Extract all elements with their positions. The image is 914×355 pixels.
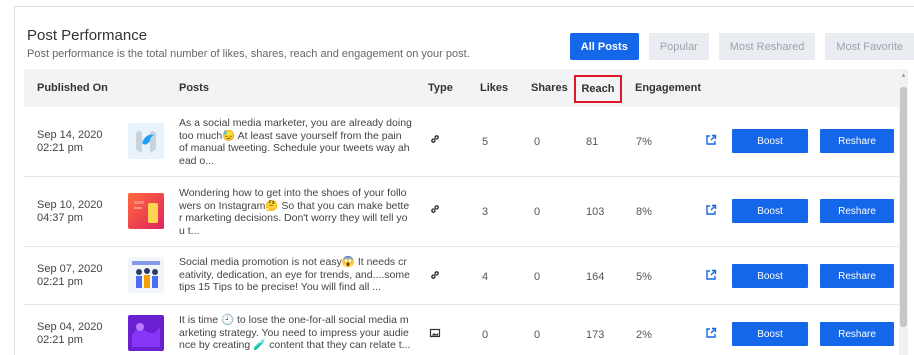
panel-subtitle: Post performance is the total number of … xyxy=(27,48,470,60)
published-date: Sep 14, 2020 02:21 pm xyxy=(37,129,102,155)
post-thumbnail-instagram xyxy=(128,193,164,229)
reach-value: 81 xyxy=(586,136,599,148)
time-text: 04:37 pm xyxy=(37,212,83,224)
shares-value: 0 xyxy=(534,136,541,148)
reach-value: 103 xyxy=(586,206,605,218)
column-type[interactable]: Type xyxy=(428,69,453,107)
boost-button[interactable]: Boost xyxy=(732,129,808,153)
column-shares[interactable]: Shares xyxy=(531,69,568,107)
panel-title: Post Performance xyxy=(27,27,148,44)
external-link-icon[interactable] xyxy=(705,204,717,216)
column-likes[interactable]: Likes xyxy=(480,69,508,107)
table-row: Sep 07, 2020 02:21 pm Social media promo… xyxy=(24,247,908,305)
date-text: Sep 04, 2020 xyxy=(37,321,103,333)
date-text: Sep 10, 2020 xyxy=(37,199,103,211)
post-thumbnail-purple xyxy=(128,315,164,351)
published-date: Sep 04, 2020 02:21 pm xyxy=(37,321,102,347)
likes-value: 3 xyxy=(482,206,489,218)
time-text: 02:21 pm xyxy=(37,142,83,154)
column-engagement[interactable]: Engagement xyxy=(635,69,701,107)
filter-popular-button[interactable]: Popular xyxy=(648,33,709,60)
post-text[interactable]: Social media promotion is not easy😱 It n… xyxy=(179,256,412,294)
external-link-icon[interactable] xyxy=(705,269,717,281)
table-row: Sep 14, 2020 02:21 pm As a social media … xyxy=(24,107,908,177)
column-reach: Reach xyxy=(581,83,615,95)
scroll-up-arrow-icon[interactable]: ▲ xyxy=(899,73,908,79)
external-link-icon[interactable] xyxy=(705,134,717,146)
published-date: Sep 07, 2020 02:21 pm xyxy=(37,263,102,289)
likes-value: 0 xyxy=(482,329,489,341)
time-text: 02:21 pm xyxy=(37,276,83,288)
image-icon xyxy=(429,327,441,342)
column-posts[interactable]: Posts xyxy=(179,69,209,107)
post-text[interactable]: Wondering how to get into the shoes of y… xyxy=(179,187,412,237)
filter-most-reshared-button[interactable]: Most Reshared xyxy=(718,33,816,60)
engagement-value: 7% xyxy=(636,136,652,148)
filter-all-posts-button[interactable]: All Posts xyxy=(569,33,639,60)
reshare-button[interactable]: Reshare xyxy=(820,264,894,288)
column-published[interactable]: Published On xyxy=(37,69,108,107)
reshare-button[interactable]: Reshare xyxy=(820,129,894,153)
engagement-value: 2% xyxy=(636,329,652,341)
link-icon xyxy=(429,269,441,284)
vertical-scrollbar[interactable]: ▲ xyxy=(899,69,908,355)
reach-value: 164 xyxy=(586,271,605,283)
shares-value: 0 xyxy=(534,329,541,341)
link-icon xyxy=(429,133,441,148)
time-text: 02:21 pm xyxy=(37,334,83,346)
post-performance-panel: Post Performance Post performance is the… xyxy=(14,6,914,355)
post-thumbnail-twitter xyxy=(128,123,164,159)
likes-value: 5 xyxy=(482,136,489,148)
published-date: Sep 10, 2020 04:37 pm xyxy=(37,199,102,225)
date-text: Sep 14, 2020 xyxy=(37,129,103,141)
post-text[interactable]: It is time 🕘 to lose the one-for-all soc… xyxy=(179,314,412,352)
filter-most-favorite-button[interactable]: Most Favorite xyxy=(825,33,914,60)
column-reach-highlight[interactable]: Reach xyxy=(574,75,622,103)
filter-tabs: All Posts Popular Most Reshared Most Fav… xyxy=(569,33,914,60)
shares-value: 0 xyxy=(534,271,541,283)
table-row: Sep 10, 2020 04:37 pm Wondering how to g… xyxy=(24,177,908,247)
post-table: Published On Posts Type Likes Shares Rea… xyxy=(24,69,908,355)
boost-button[interactable]: Boost xyxy=(732,199,808,223)
external-link-icon[interactable] xyxy=(705,327,717,339)
likes-value: 4 xyxy=(482,271,489,283)
shares-value: 0 xyxy=(534,206,541,218)
post-text[interactable]: As a social media marketer, you are alre… xyxy=(179,117,412,167)
engagement-value: 5% xyxy=(636,271,652,283)
table-header: Published On Posts Type Likes Shares Rea… xyxy=(24,69,908,107)
engagement-value: 8% xyxy=(636,206,652,218)
post-thumbnail-people xyxy=(128,257,164,293)
reshare-button[interactable]: Reshare xyxy=(820,322,894,346)
table-row: Sep 04, 2020 02:21 pm It is time 🕘 to lo… xyxy=(24,305,908,355)
boost-button[interactable]: Boost xyxy=(732,264,808,288)
link-icon xyxy=(429,203,441,218)
reach-value: 173 xyxy=(586,329,605,341)
reshare-button[interactable]: Reshare xyxy=(820,199,894,223)
scroll-thumb[interactable] xyxy=(900,87,907,327)
boost-button[interactable]: Boost xyxy=(732,322,808,346)
date-text: Sep 07, 2020 xyxy=(37,263,103,275)
